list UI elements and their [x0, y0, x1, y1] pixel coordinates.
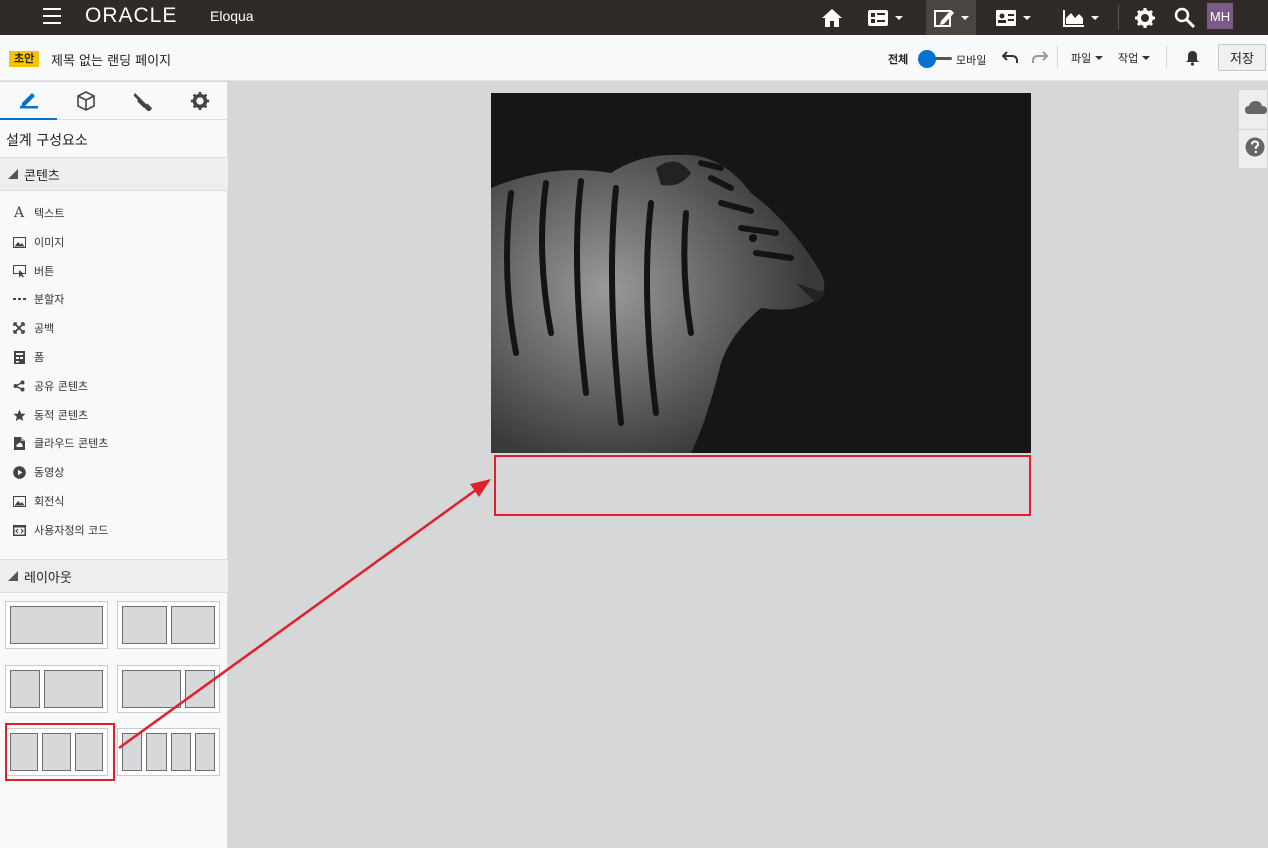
right-side-rail: [1238, 89, 1268, 169]
drag-arrow: [118, 479, 491, 750]
cloud-icon[interactable]: [1245, 100, 1267, 119]
help-icon[interactable]: [1245, 137, 1265, 161]
